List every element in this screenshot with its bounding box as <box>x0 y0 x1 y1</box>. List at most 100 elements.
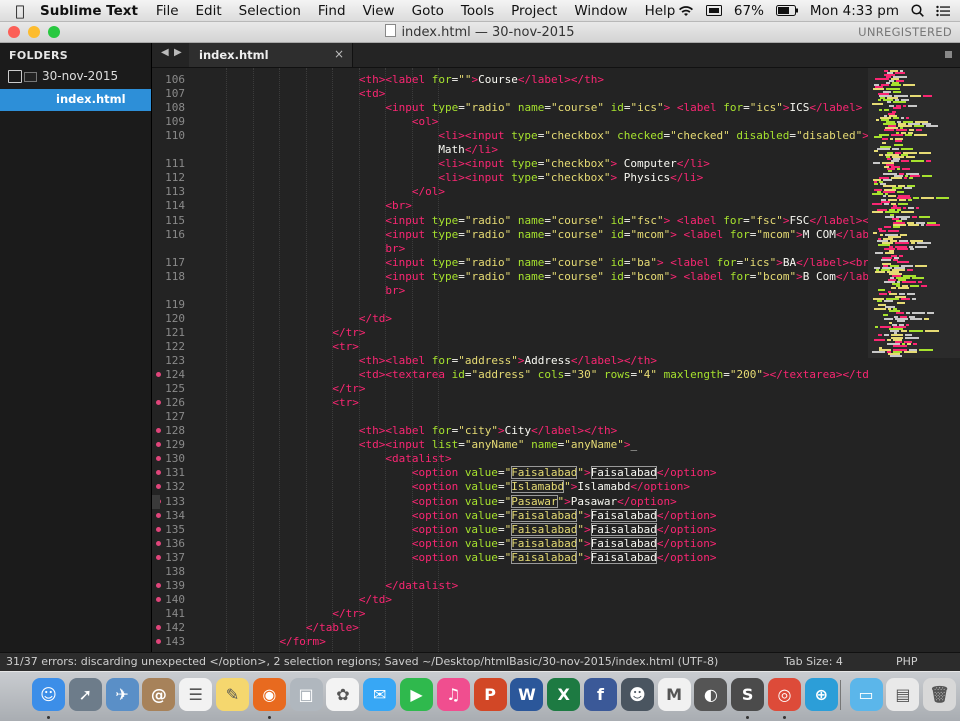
spotlight-search-icon[interactable] <box>911 4 924 17</box>
menu-window[interactable]: Window <box>574 3 627 19</box>
code-line[interactable]: <option value="Faisalabad">Faisalabad</o… <box>412 550 717 564</box>
code-line[interactable]: <option value="Faisalabad">Faisalabad</o… <box>412 508 717 522</box>
menu-find[interactable]: Find <box>318 3 346 19</box>
tab-index-html[interactable]: index.html × <box>189 43 353 67</box>
preview-icon[interactable]: ✈ <box>105 678 139 711</box>
code-line[interactable]: </table> <box>306 621 359 634</box>
apple-icon[interactable]:  <box>0 2 40 20</box>
minimap[interactable] <box>868 68 960 652</box>
messages-icon[interactable]: ✉ <box>363 678 397 711</box>
profile-photo-icon[interactable]: ☻ <box>620 678 654 711</box>
code-line[interactable]: </td> <box>359 593 392 606</box>
code-line[interactable]: </ol> <box>412 185 445 198</box>
code-line[interactable]: <td><input list="anyName" name="anyName"… <box>359 438 637 451</box>
code-line[interactable]: <li><input type="checkbox"> Physics</li> <box>438 171 703 184</box>
line-number: 119 <box>165 297 185 311</box>
menu-view[interactable]: View <box>363 3 395 19</box>
code-line[interactable]: <input type="radio" name="course" id="fs… <box>385 214 868 227</box>
contacts-icon[interactable]: @ <box>142 678 176 711</box>
tab-right-arrow-icon[interactable]: ▶ <box>174 47 182 58</box>
code-line[interactable]: Math</li> <box>438 143 498 156</box>
tab-overflow-icon[interactable] <box>945 51 952 58</box>
code-line[interactable]: <ol> <box>412 115 439 128</box>
powerpoint-icon[interactable]: P <box>473 678 507 711</box>
display-icon[interactable] <box>705 5 722 16</box>
folder-expand-icon[interactable] <box>8 70 22 83</box>
sidebar-folder[interactable]: 30-nov-2015 <box>0 67 151 87</box>
notification-center-icon[interactable] <box>936 5 950 17</box>
launchpad-icon[interactable]: ➚ <box>68 678 102 711</box>
photos-icon[interactable]: ✿ <box>326 678 360 711</box>
image-capture-icon[interactable]: ▣ <box>289 678 323 711</box>
tab-left-arrow-icon[interactable]: ◀ <box>161 47 169 58</box>
code-line[interactable]: <input type="radio" name="course" id="ba… <box>385 256 868 269</box>
clock[interactable]: Mon 4:33 pm <box>810 3 899 19</box>
code-line[interactable]: <br> <box>385 199 412 212</box>
code-line[interactable]: <td><textarea id="address" cols="30" row… <box>359 368 868 381</box>
github-icon[interactable]: ◐ <box>694 678 728 711</box>
app-menu[interactable]: Sublime Text <box>40 3 138 19</box>
menu-project[interactable]: Project <box>511 3 557 19</box>
code-line[interactable]: <input type="radio" name="course" id="mc… <box>385 228 868 241</box>
code-line[interactable]: <option value="Faisalabad">Faisalabad</o… <box>412 522 717 536</box>
code-line[interactable]: </tr> <box>332 326 365 339</box>
code-line[interactable]: <li><input type="checkbox" checked="chec… <box>438 129 868 142</box>
finder-icon[interactable]: ☺ <box>32 678 65 711</box>
code-line[interactable]: <option value="Pasawar">Pasawar</option> <box>412 494 677 508</box>
menu-goto[interactable]: Goto <box>412 3 444 19</box>
reminders-icon[interactable]: ☰ <box>179 678 213 711</box>
code-line[interactable]: <th><label for="city">City</label></th> <box>359 424 617 437</box>
code-line[interactable]: <input type="radio" name="course" id="bc… <box>385 270 868 283</box>
menu-tools[interactable]: Tools <box>461 3 494 19</box>
documents-icon[interactable]: ▤ <box>886 678 920 711</box>
code-line[interactable]: </form> <box>279 635 325 648</box>
code-line[interactable]: </td> <box>359 312 392 325</box>
code-line[interactable]: <option value="Faisalabad">Faisalabad</o… <box>412 536 717 550</box>
gmail-icon[interactable]: M <box>657 678 691 711</box>
code-line[interactable]: <li><input type="checkbox"> Computer</li… <box>438 157 710 170</box>
menu-file[interactable]: File <box>156 3 179 19</box>
line-number: 106 <box>165 73 185 86</box>
code-token: > <box>584 522 591 536</box>
battery-percent[interactable]: 67% <box>734 3 764 19</box>
code-token: </ <box>835 227 850 241</box>
syntax-selector[interactable]: PHP <box>896 655 918 668</box>
sublime-text-icon[interactable]: S <box>731 678 765 711</box>
code-line[interactable]: <tr> <box>332 340 359 353</box>
code-line[interactable]: br> <box>385 284 405 297</box>
code-line[interactable]: </datalist> <box>385 579 458 592</box>
code-line[interactable]: <input type="radio" name="course" id="ic… <box>385 101 862 114</box>
notes-icon[interactable]: ✎ <box>216 678 249 711</box>
tab-size-selector[interactable]: Tab Size: 4 <box>784 655 843 668</box>
code-line[interactable]: <option value="Islamabd">Islamabd</optio… <box>412 480 690 494</box>
code-line[interactable]: br> <box>385 242 405 255</box>
close-tab-icon[interactable]: × <box>334 47 344 61</box>
itunes-icon[interactable]: ♫ <box>436 678 470 711</box>
code-editor[interactable]: <th><label for="">Course</label></th> <td… <box>192 68 868 652</box>
facebook-icon[interactable]: f <box>584 678 617 711</box>
firefox-icon[interactable]: ◉ <box>252 678 286 711</box>
facetime-icon[interactable]: ▶ <box>400 678 433 711</box>
code-line[interactable]: <th><label for="">Course</label></th> <box>359 73 604 86</box>
window-titlebar[interactable]: index.html — 30-nov-2015 UNREGISTERED <box>0 22 960 43</box>
code-line[interactable]: </tr> <box>332 607 365 620</box>
chrome-icon[interactable]: ◎ <box>768 678 801 711</box>
wifi-icon[interactable] <box>678 5 694 17</box>
code-line[interactable]: <datalist> <box>385 452 451 465</box>
sidebar-file-index-html[interactable]: index.html <box>0 89 151 111</box>
menu-edit[interactable]: Edit <box>196 3 222 19</box>
safari-icon[interactable]: ⊕ <box>804 678 838 711</box>
excel-icon[interactable]: X <box>547 678 581 711</box>
code-line[interactable]: <tr> <box>332 396 359 409</box>
code-token: Faisalabad <box>511 550 578 564</box>
battery-icon[interactable] <box>775 5 798 16</box>
menu-selection[interactable]: Selection <box>239 3 301 19</box>
downloads-folder-icon[interactable]: ▭ <box>849 678 883 711</box>
code-line[interactable]: <option value="Faisalabad">Faisalabad</o… <box>412 466 717 480</box>
code-line[interactable]: </tr> <box>332 382 365 395</box>
code-line[interactable]: <td> <box>359 87 386 100</box>
trash-icon[interactable]: 🗑 <box>923 678 957 711</box>
menu-help[interactable]: Help <box>645 3 676 19</box>
code-line[interactable]: <th><label for="address">Address</label>… <box>359 354 657 367</box>
word-icon[interactable]: W <box>510 678 544 711</box>
